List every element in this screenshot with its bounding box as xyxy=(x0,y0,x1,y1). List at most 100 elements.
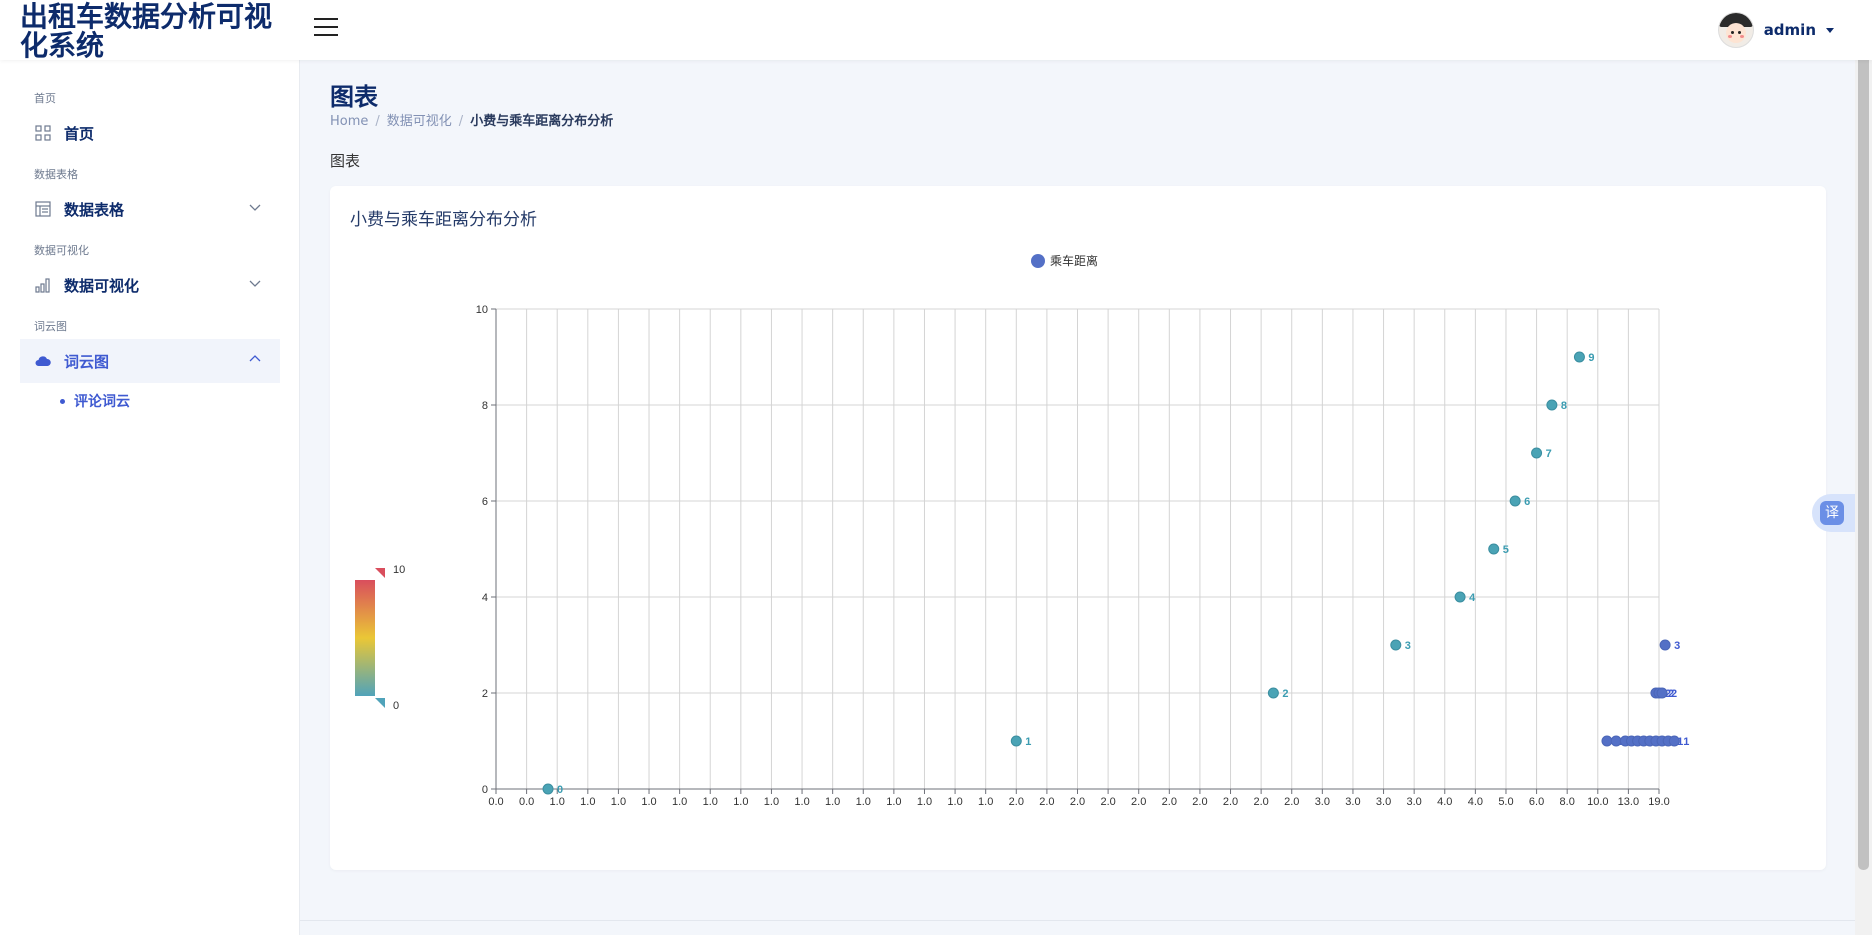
x-tick-label: 4.0 xyxy=(1468,796,1483,808)
x-tick-label: 3.0 xyxy=(1345,796,1360,808)
sidebar-item-label: 首页 xyxy=(64,124,95,143)
scrollbar[interactable] xyxy=(1855,0,1872,935)
breadcrumb-home[interactable]: Home xyxy=(330,114,368,129)
y-tick-label: 6 xyxy=(482,496,488,508)
grid-icon xyxy=(34,124,52,142)
x-tick-label: 1.0 xyxy=(917,796,932,808)
x-tick-label: 1.0 xyxy=(672,796,687,808)
x-tick-label: 1.0 xyxy=(764,796,779,808)
app-title: 出租车数据分析可视化系统 xyxy=(20,0,273,62)
sidebar-item-home[interactable]: 首页 xyxy=(20,111,280,155)
y-tick-label: 4 xyxy=(482,592,488,604)
x-tick-label: 13.0 xyxy=(1618,796,1639,808)
scatter-chart[interactable]: 0.0 0.0 1.0 1.0 1.0 1.0 1.0 1.0 1.0 1.0 1.0 1.0 1.0 1… xyxy=(330,186,1826,870)
user-menu[interactable]: admin xyxy=(1717,12,1834,48)
point-label: 1 xyxy=(1683,736,1689,748)
x-tick-label: 2.0 xyxy=(1253,796,1268,808)
sidebar-item-label: 数据可视化 xyxy=(64,276,140,295)
legend-marker xyxy=(1031,254,1045,268)
point-label: 3 xyxy=(1405,640,1411,652)
scatter-point xyxy=(1488,543,1500,555)
x-tick-label: 1.0 xyxy=(580,796,595,808)
sidebar-item-visualization[interactable]: 数据可视化 xyxy=(20,263,280,307)
translate-icon: 译 xyxy=(1820,501,1844,525)
scatter-point xyxy=(1509,495,1521,507)
point-label: 8 xyxy=(1561,400,1567,412)
x-tick-label: 2.0 xyxy=(1070,796,1085,808)
visual-map-max-label: 10 xyxy=(393,564,405,576)
section-subtitle: 图表 xyxy=(330,152,361,170)
scatter-point xyxy=(1668,735,1680,747)
point-label: 2 xyxy=(1671,688,1677,700)
scatter-point xyxy=(1267,687,1279,699)
scatter-point xyxy=(1610,735,1622,747)
sidebar-item-tables[interactable]: 数据表格 xyxy=(20,187,280,231)
menu-toggle-icon[interactable] xyxy=(314,18,338,38)
x-tick-label: 19.0 xyxy=(1648,796,1669,808)
x-tick-label: 3.0 xyxy=(1315,796,1330,808)
x-tick-label: 5.0 xyxy=(1498,796,1513,808)
x-tick-label: 6.0 xyxy=(1529,796,1544,808)
breadcrumb-current: 小费与乘车距离分布分析 xyxy=(470,114,614,129)
chevron-down-icon[interactable] xyxy=(248,200,262,214)
sidebar-subitem-comment-wordcloud[interactable]: 评论词云 xyxy=(60,391,130,411)
sidebar-item-label: 数据表格 xyxy=(64,200,125,219)
scatter-point xyxy=(1454,591,1466,603)
avatar[interactable] xyxy=(1717,12,1754,48)
x-tick-label: 1.0 xyxy=(825,796,840,808)
x-tick-label: 1.0 xyxy=(703,796,718,808)
scrollbar-thumb[interactable] xyxy=(1858,18,1869,870)
x-tick-label: 4.0 xyxy=(1437,796,1452,808)
x-tick-label: 2.0 xyxy=(1009,796,1024,808)
chevron-up-icon[interactable] xyxy=(248,352,262,366)
sidebar-section-wordcloud: 词云图 xyxy=(34,320,67,333)
visual-map-handle-bottom xyxy=(375,698,385,708)
page-title: 图表 xyxy=(330,83,378,111)
point-label: 7 xyxy=(1546,448,1552,460)
translate-button[interactable]: 译 xyxy=(1812,494,1860,532)
caret-down-icon[interactable] xyxy=(1826,27,1834,33)
username[interactable]: admin xyxy=(1764,21,1816,39)
x-tick-label: 0.0 xyxy=(519,796,534,808)
point-label: 5 xyxy=(1503,544,1509,556)
y-tick-label: 8 xyxy=(482,400,488,412)
point-label: 6 xyxy=(1524,496,1530,508)
point-label: 9 xyxy=(1588,352,1594,364)
x-tick-label: 8.0 xyxy=(1560,796,1575,808)
x-tick-label: 2.0 xyxy=(1284,796,1299,808)
x-tick-label: 2.0 xyxy=(1100,796,1115,808)
point-label: 0 xyxy=(557,784,563,796)
y-tick-label: 0 xyxy=(482,784,488,796)
visual-map-bar xyxy=(355,580,375,696)
x-tick-label: 2.0 xyxy=(1223,796,1238,808)
x-tick-label: 3.0 xyxy=(1407,796,1422,808)
x-tick-label: 1.0 xyxy=(641,796,656,808)
x-tick-label: 1.0 xyxy=(978,796,993,808)
legend-label: 乘车距离 xyxy=(1050,253,1098,268)
sidebar-section-visualization: 数据可视化 xyxy=(34,244,89,257)
x-tick-label: 1.0 xyxy=(733,796,748,808)
scatter-point xyxy=(1656,687,1668,699)
x-tick-label: 1.0 xyxy=(611,796,626,808)
point-label: 1 xyxy=(1025,736,1031,748)
point-label: 3 xyxy=(1674,640,1680,652)
scatter-point xyxy=(1390,639,1402,651)
visual-map-min-label: 0 xyxy=(393,700,399,712)
breadcrumb-visualization[interactable]: 数据可视化 xyxy=(387,114,452,129)
chart-card: 小费与乘车距离分布分析 0.0 0.0 1.0 1.0 1.0 1.0 1.0 1.0 1.0 1… xyxy=(330,186,1826,870)
chevron-down-icon[interactable] xyxy=(248,276,262,290)
sidebar: 首页 首页 数据表格 数据表格 数据可视化 数据可视化 词云图 词云图 评论词云 xyxy=(0,60,300,935)
cloud-icon xyxy=(34,352,52,370)
sidebar-section-home: 首页 xyxy=(34,92,56,105)
x-tick-label: 2.0 xyxy=(1162,796,1177,808)
bullet-icon xyxy=(60,398,65,404)
footer-divider xyxy=(300,920,1855,921)
x-tick-label: 10.0 xyxy=(1587,796,1608,808)
sidebar-section-tables: 数据表格 xyxy=(34,168,78,181)
top-bar: 出租车数据分析可视化系统 admin xyxy=(0,0,1872,60)
breadcrumb: Home / 数据可视化 / 小费与乘车距离分布分析 xyxy=(330,114,614,129)
x-tick-label: 2.0 xyxy=(1192,796,1207,808)
sidebar-item-wordcloud[interactable]: 词云图 xyxy=(20,339,280,383)
table-icon xyxy=(34,200,52,218)
bar-chart-icon xyxy=(34,276,52,294)
